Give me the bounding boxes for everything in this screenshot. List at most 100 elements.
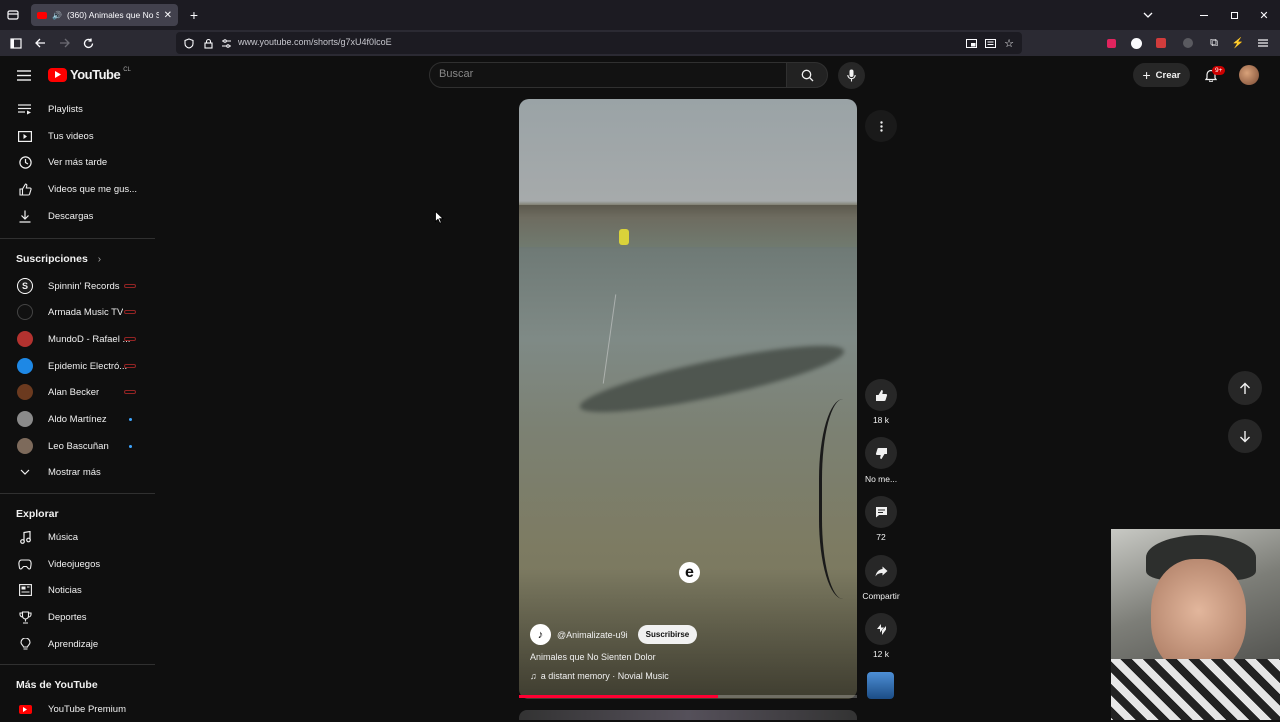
channel-avatar[interactable]: ♪ (530, 624, 551, 645)
sidebar-item-label: Leo Bascuñan (48, 440, 109, 452)
sidebar-item-label: Noticias (48, 584, 82, 596)
music-note-icon (16, 530, 34, 544)
sidebar-item-sports[interactable]: Deportes (16, 604, 156, 630)
reader-view-icon[interactable] (983, 36, 997, 50)
more-options-icon[interactable] (865, 110, 897, 142)
browser-tab-active[interactable]: 🔊 (360) Animales que No Sienten Dolor ✕ (31, 4, 178, 26)
search-icon (801, 69, 813, 81)
minimize-icon[interactable] (1196, 7, 1212, 23)
next-short-preview[interactable] (519, 710, 857, 720)
short-video-player[interactable] (519, 99, 857, 699)
sidebar-item-label: Epidemic Electró... (48, 360, 128, 372)
extension-circle-icon[interactable] (1129, 36, 1143, 50)
subscribe-button[interactable]: Suscribirse (637, 625, 698, 644)
riverbank-scene (519, 205, 857, 247)
speaker-icon[interactable]: 🔊 (52, 11, 62, 20)
sidebar-item-gaming[interactable]: Videojuegos (16, 551, 156, 577)
like-count: 18 k (872, 415, 890, 425)
restore-icon[interactable] (1226, 7, 1242, 23)
webcam-person (1151, 559, 1246, 674)
bookmark-star-icon[interactable]: ☆ (1002, 36, 1016, 50)
new-content-dot (129, 418, 132, 421)
close-tab-icon[interactable]: ✕ (164, 10, 172, 21)
remix-button[interactable] (865, 613, 897, 645)
music-note-icon: ♫ (530, 671, 537, 681)
extensions-puzzle-icon[interactable]: ⧉ (1207, 36, 1221, 50)
sidebar-item-youtube-premium[interactable]: YouTube Premium (16, 696, 156, 722)
extension-record-icon[interactable] (1104, 36, 1118, 50)
extension-grey-icon[interactable] (1181, 36, 1195, 50)
forward-icon[interactable] (56, 35, 72, 51)
sidebar-item-label: Deportes (48, 611, 87, 623)
thumb-down-icon (875, 447, 887, 459)
sidebar-item-label: Mostrar más (48, 466, 101, 478)
download-icon (16, 210, 34, 223)
close-window-icon[interactable]: ✕ (1256, 7, 1272, 23)
create-label: Crear (1155, 69, 1181, 81)
short-music-row[interactable]: ♫ a distant memory · Novial Music (530, 671, 669, 681)
submerged-animal (576, 333, 848, 425)
extension-translate-icon[interactable]: ⚡ (1231, 36, 1245, 50)
previous-short-button[interactable] (1228, 371, 1262, 405)
live-indicator (124, 310, 136, 314)
sidebar-item-playlists[interactable]: Playlists (16, 96, 156, 122)
tab-list-icon[interactable] (5, 7, 21, 23)
permissions-icon[interactable] (219, 36, 233, 50)
fishing-line (602, 294, 617, 384)
sidebar-item-music[interactable]: Música (16, 524, 156, 550)
sidebar-item-label: Música (48, 531, 79, 543)
sidebar-item-downloads[interactable]: Descargas (16, 203, 156, 229)
youtube-favicon-icon (37, 11, 47, 19)
like-button[interactable] (865, 379, 897, 411)
channel-handle[interactable]: @Animalizate-u9i (557, 630, 628, 640)
explore-heading: Explorar (16, 508, 59, 520)
new-content-dot (129, 445, 132, 448)
show-more-button[interactable]: Mostrar más (16, 459, 156, 485)
gamepad-icon (16, 558, 34, 570)
video-progress-bar[interactable] (519, 695, 857, 698)
subscriptions-heading[interactable]: Suscripciones › (16, 253, 101, 265)
webcam-overlay (1111, 529, 1280, 720)
subscriptions-title: Suscripciones (16, 253, 88, 265)
trophy-icon (16, 610, 34, 624)
create-button[interactable]: + Crear (1133, 63, 1190, 87)
sidebar-item-liked-videos[interactable]: Videos que me gus... (16, 176, 156, 202)
tab-overflow-chevron-icon[interactable] (1140, 7, 1156, 23)
sidebar-item-news[interactable]: Noticias (16, 577, 156, 603)
search-input[interactable] (439, 68, 739, 80)
sidebar-item-your-videos[interactable]: Tus videos (16, 123, 156, 149)
youtube-logo[interactable]: YouTube CL (48, 67, 131, 82)
app-menu-icon[interactable] (1256, 36, 1270, 50)
picture-in-picture-icon[interactable] (964, 36, 978, 50)
arrow-up-icon (1240, 382, 1250, 394)
user-avatar[interactable] (1239, 65, 1259, 85)
search-button[interactable] (786, 62, 828, 88)
next-short-button[interactable] (1228, 419, 1262, 453)
comments-button[interactable] (865, 496, 897, 528)
short-title: Animales que No Sienten Dolor (530, 652, 656, 662)
back-icon[interactable] (32, 35, 48, 51)
sidebar-item-label: MundoD - Rafael ... (48, 333, 131, 345)
reload-icon[interactable] (80, 35, 96, 51)
extension-badge-icon[interactable] (1154, 36, 1168, 50)
subscription-aldo-martinez[interactable]: Aldo Martínez (16, 406, 156, 432)
channel-avatar (16, 384, 34, 400)
sidebar-item-label: Aprendizaje (48, 638, 99, 650)
new-tab-icon[interactable]: + (186, 7, 202, 23)
hamburger-menu-icon[interactable] (14, 66, 34, 84)
sidebar-toggle-icon[interactable] (8, 35, 24, 51)
sound-thumbnail[interactable] (867, 672, 894, 699)
sidebar-item-watch-later[interactable]: Ver más tarde (16, 149, 156, 175)
notification-count-badge: 9+ (1212, 66, 1226, 75)
lock-icon[interactable] (201, 36, 215, 50)
shield-icon[interactable] (182, 36, 196, 50)
webcam-shirt (1111, 659, 1280, 720)
subscription-leo-bascunan[interactable]: Leo Bascuñan (16, 433, 156, 459)
sidebar-item-learning[interactable]: Aprendizaje (16, 631, 156, 657)
chevron-right-icon: › (97, 253, 102, 265)
chevron-down-icon (16, 469, 34, 475)
dislike-button[interactable] (865, 437, 897, 469)
voice-search-button[interactable] (838, 62, 865, 89)
share-button[interactable] (865, 555, 897, 587)
url-text[interactable]: www.youtube.com/shorts/g7xU4f0lcoE (238, 37, 392, 47)
